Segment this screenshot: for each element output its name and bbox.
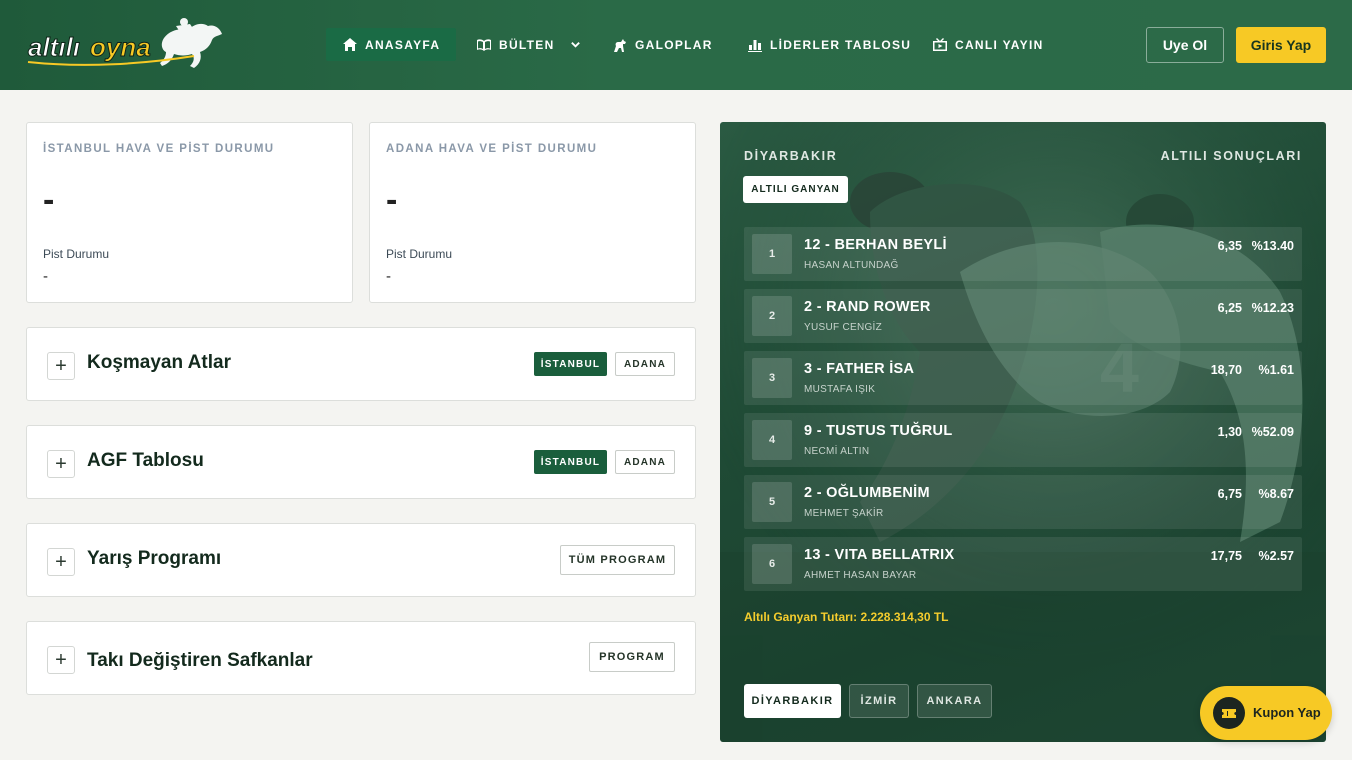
jockey-name: MUSTAFA IŞIK: [804, 384, 876, 395]
track-status-value: -: [43, 268, 48, 285]
results-heading: ALTILI SONUÇLARI: [1160, 149, 1302, 163]
jockey-name: HASAN ALTUNDAĞ: [804, 260, 899, 271]
register-button[interactable]: Uye Ol: [1146, 27, 1224, 63]
tag-istanbul[interactable]: İSTANBUL: [534, 450, 607, 474]
result-row: 5 2 - OĞLUMBENİM MEHMET ŞAKİR 6,75 %8.67: [744, 475, 1302, 529]
login-button[interactable]: Giris Yap: [1236, 27, 1326, 63]
odds-value: 17,75: [1210, 549, 1242, 563]
tag-istanbul[interactable]: İSTANBUL: [534, 352, 607, 376]
ticket-icon: [1213, 697, 1245, 729]
tag-adana[interactable]: ADANA: [615, 450, 675, 474]
rank-badge: 4: [752, 420, 792, 460]
altili-ganyan-payout: Altılı Ganyan Tutarı: 2.228.314,30 TL: [744, 610, 949, 624]
rank-badge: 6: [752, 544, 792, 584]
rank-badge: 2: [752, 296, 792, 336]
nav-galoplar[interactable]: GALOPLAR: [596, 28, 729, 61]
all-program-button[interactable]: TÜM PROGRAM: [560, 545, 675, 575]
svg-text:altılı: altılı: [28, 32, 80, 62]
horse-name: 2 - OĞLUMBENİM: [804, 485, 930, 501]
track-status-label: Pist Durumu: [386, 247, 453, 261]
weather-title: ADANA HAVA VE PİST DURUMU: [386, 143, 598, 155]
horse-icon: [614, 38, 626, 52]
horse-name: 2 - RAND ROWER: [804, 299, 931, 315]
expand-plus-icon[interactable]: +: [47, 352, 75, 380]
section-title[interactable]: Koşmayan Atlar: [87, 352, 231, 374]
section-title[interactable]: Takı Değiştiren Safkanlar: [87, 650, 313, 672]
section-title[interactable]: AGF Tablosu: [87, 450, 204, 472]
weather-temperature: -: [43, 181, 55, 219]
city-tab-izmir[interactable]: İZMİR: [849, 684, 909, 718]
section-title[interactable]: Yarış Programı: [87, 548, 221, 570]
expand-plus-icon[interactable]: +: [47, 548, 75, 576]
track-status-label: Pist Durumu: [43, 247, 110, 261]
city-tab-ankara[interactable]: ANKARA: [917, 684, 992, 718]
nav-canli-yayin[interactable]: CANLI YAYIN: [916, 28, 1060, 61]
jockey-name: MEHMET ŞAKİR: [804, 508, 884, 519]
horse-name: 12 - BERHAN BEYLİ: [804, 237, 947, 253]
results-city: DİYARBAKIR: [744, 149, 838, 163]
section-kosmayan-atlar: + Koşmayan Atlar İSTANBUL ADANA: [26, 327, 696, 401]
percent-value: %2.57: [1258, 549, 1294, 563]
horse-name: 3 - FATHER İSA: [804, 361, 915, 377]
section-taki-degistiren: + Takı Değiştiren Safkanlar PROGRAM: [26, 621, 696, 695]
expand-plus-icon[interactable]: +: [47, 646, 75, 674]
percent-value: %8.67: [1258, 487, 1294, 501]
chevron-down-icon: [570, 42, 580, 48]
home-icon: [343, 37, 357, 51]
rank-badge: 3: [752, 358, 792, 398]
weather-card-istanbul: İSTANBUL HAVA VE PİST DURUMU - Pist Duru…: [26, 122, 353, 303]
altili-results-panel: 4 DİYARBAKIR ALTILI SONUÇLARI ALTILI GAN…: [720, 122, 1326, 742]
svg-text:oyna: oyna: [90, 32, 151, 62]
result-row: 2 2 - RAND ROWER YUSUF CENGİZ 6,25 %12.2…: [744, 289, 1302, 343]
rank-badge: 5: [752, 482, 792, 522]
percent-value: %1.61: [1258, 363, 1294, 377]
odds-value: 1,30: [1217, 425, 1242, 439]
weather-temperature: -: [386, 181, 398, 219]
rank-badge: 1: [752, 234, 792, 274]
percent-value: %12.23: [1251, 301, 1294, 315]
jockey-name: YUSUF CENGİZ: [804, 322, 883, 333]
percent-value: %52.09: [1251, 425, 1294, 439]
nav-label: BÜLTEN: [499, 37, 555, 52]
section-yaris-programi: + Yarış Programı TÜM PROGRAM: [26, 523, 696, 597]
result-row: 4 9 - TUSTUS TUĞRUL NECMİ ALTIN 1,30 %52…: [744, 413, 1302, 467]
result-row: 3 3 - FATHER İSA MUSTAFA IŞIK 18,70 %1.6…: [744, 351, 1302, 405]
odds-value: 6,75: [1217, 487, 1242, 501]
book-icon: [477, 38, 491, 51]
nav-bulten[interactable]: BÜLTEN: [460, 28, 597, 61]
nav-label: CANLI YAYIN: [955, 37, 1044, 52]
percent-value: %13.40: [1251, 239, 1294, 253]
track-status-value: -: [386, 268, 391, 285]
result-row: 1 12 - BERHAN BEYLİ HASAN ALTUNDAĞ 6,35 …: [744, 227, 1302, 281]
tv-icon: [933, 37, 947, 51]
tag-adana[interactable]: ADANA: [615, 352, 675, 376]
nav-anasayfa[interactable]: ANASAYFA: [326, 28, 457, 61]
weather-card-adana: ADANA HAVA VE PİST DURUMU - Pist Durumu …: [369, 122, 696, 303]
coupon-label: Kupon Yap: [1253, 705, 1321, 720]
jockey-name: AHMET HASAN BAYAR: [804, 570, 917, 581]
nav-label: GALOPLAR: [635, 37, 713, 52]
nav-liderler-tablosu[interactable]: LİDERLER TABLOSU: [731, 28, 927, 61]
city-tab-diyarbakir[interactable]: DİYARBAKIR: [744, 684, 841, 718]
nav-label: LİDERLER TABLOSU: [770, 37, 912, 52]
odds-value: 18,70: [1210, 363, 1242, 377]
odds-value: 6,35: [1217, 239, 1242, 253]
horse-name: 13 - VITA BELLATRIX: [804, 547, 955, 563]
altiliyna-logo[interactable]: altılı oyna: [24, 16, 226, 72]
section-agf-tablosu: + AGF Tablosu İSTANBUL ADANA: [26, 425, 696, 499]
odds-value: 6,25: [1217, 301, 1242, 315]
nav-label: ANASAYFA: [365, 37, 441, 52]
altili-ganyan-tab[interactable]: ALTILI GANYAN: [743, 176, 848, 203]
coupon-button[interactable]: Kupon Yap: [1200, 686, 1332, 740]
result-row: 6 13 - VITA BELLATRIX AHMET HASAN BAYAR …: [744, 537, 1302, 591]
top-header: altılı oyna ANASAYFA BÜLTEN GALOPLAR LİD…: [0, 0, 1352, 90]
weather-title: İSTANBUL HAVA VE PİST DURUMU: [43, 143, 275, 155]
jockey-name: NECMİ ALTIN: [804, 446, 870, 457]
expand-plus-icon[interactable]: +: [47, 450, 75, 478]
program-button[interactable]: PROGRAM: [589, 642, 675, 672]
chart-icon: [748, 39, 762, 52]
horse-name: 9 - TUSTUS TUĞRUL: [804, 423, 953, 439]
